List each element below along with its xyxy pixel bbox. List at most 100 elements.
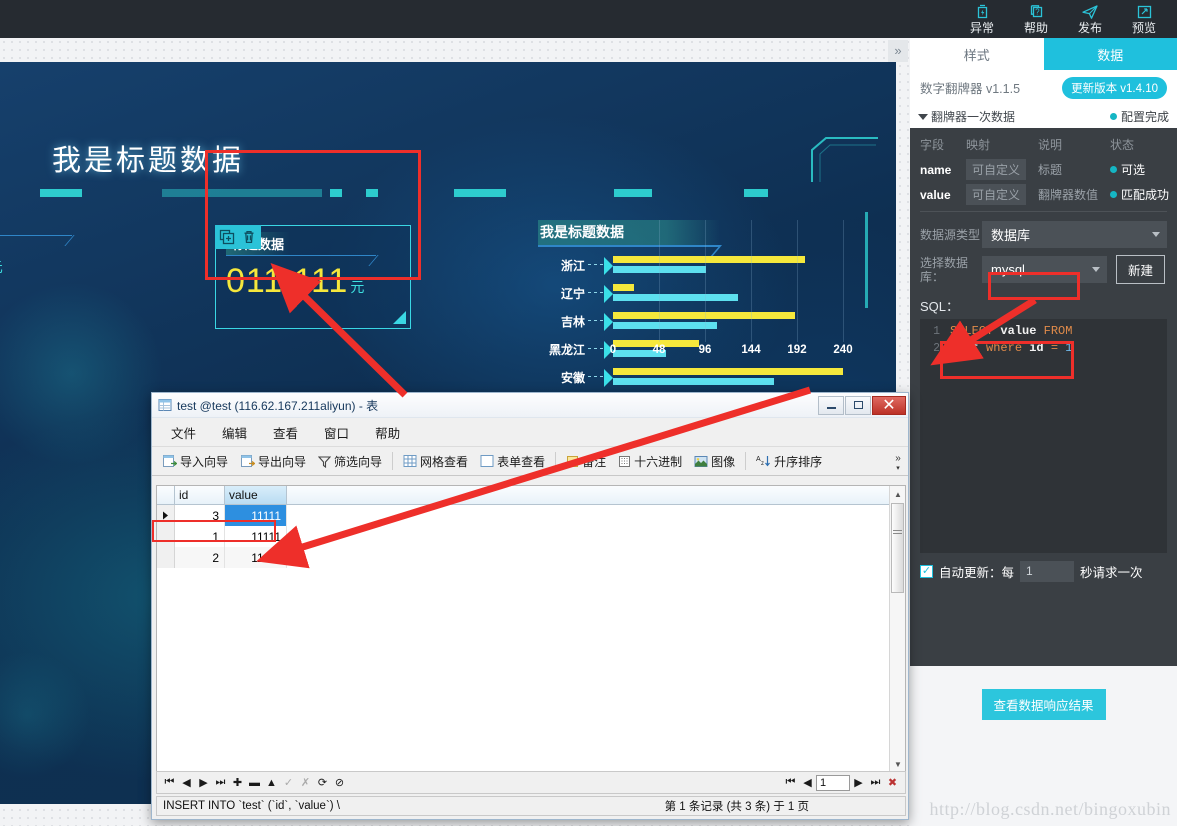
edit-record-icon[interactable]: ▲ [263, 774, 280, 791]
menu-view[interactable]: 查看 [260, 419, 311, 446]
table-row[interactable]: 3 11111 [157, 505, 905, 526]
sql-editor-body[interactable] [920, 365, 1167, 553]
chart-bar [613, 256, 805, 263]
last-page-icon[interactable]: ⏭ [867, 774, 884, 791]
add-record-icon[interactable]: ✚ [229, 774, 246, 791]
sql-editor[interactable]: 12 SELECT value FROM test where id = 1 [920, 319, 1167, 365]
top-tool-publish[interactable]: 发布 [1063, 0, 1117, 38]
caret-down-icon [1092, 267, 1100, 272]
tab-data[interactable]: 数据 [1043, 38, 1177, 70]
toolbar-grid-view[interactable]: 网格查看 [397, 453, 474, 470]
new-database-button[interactable]: 新建 [1116, 255, 1166, 284]
trash-icon[interactable] [241, 229, 257, 245]
cell-id[interactable]: 1 [175, 526, 225, 547]
last-record-icon[interactable]: ⏭ [212, 774, 229, 791]
toolbar-export-wizard[interactable]: 导出向导 [234, 453, 312, 470]
toolbar-import-wizard[interactable]: 导入向导 [156, 453, 234, 470]
toolbar-sort-asc[interactable]: A z 升序排序 [750, 453, 828, 470]
cell-value[interactable]: 11111 [225, 505, 287, 526]
grid-col-value[interactable]: value [225, 486, 287, 504]
scrollbar-thumb[interactable] [891, 503, 904, 593]
field-row-name: name 可自定义 标题 可选 [910, 157, 1177, 182]
menu-edit[interactable]: 编辑 [209, 419, 260, 446]
page-number-input[interactable]: 1 [816, 774, 850, 791]
chart-category-label: 辽宁 [560, 287, 585, 301]
tab-style[interactable]: 样式 [910, 38, 1044, 70]
top-tool-preview[interactable]: 预览 [1117, 0, 1171, 38]
col-desc: 说明 [1038, 138, 1063, 152]
data-section-header[interactable]: 翻牌器一次数据 配置完成 [910, 105, 1177, 128]
source-type-select[interactable]: 数据库 [982, 221, 1167, 248]
table-row[interactable]: 2 11111 [157, 547, 905, 568]
toolbar-overflow-button[interactable]: » ▾ [891, 447, 905, 477]
cell-value[interactable]: 11111 [225, 547, 287, 568]
chart-bar [613, 294, 738, 301]
close-button[interactable]: ✕ [872, 395, 906, 415]
row-marker [157, 547, 175, 568]
apply-icon[interactable]: ✓ [280, 774, 297, 791]
chevron-right-double-icon[interactable]: » [888, 40, 908, 62]
navicat-title-bar[interactable]: test @test (116.62.167.211aliyun) - 表 ✕ [152, 393, 908, 418]
delete-record-icon[interactable]: ▬ [246, 774, 263, 791]
divider [555, 452, 557, 470]
toolbar-filter-wizard[interactable]: 筛选向导 [312, 453, 388, 470]
toolbar-memo[interactable]: 备注 [560, 453, 612, 470]
sql-code-text[interactable]: SELECT value FROM test where id = 1 [944, 319, 1167, 365]
first-page-icon[interactable]: ⏮ [782, 774, 799, 791]
row-marker [157, 526, 175, 547]
top-tool-alarm[interactable]: 异常 [955, 0, 1009, 38]
chart-x-tick: 144 [741, 344, 761, 356]
toolbar-image[interactable]: 图像 [688, 453, 741, 470]
top-tool-help[interactable]: ? 帮助 [1009, 0, 1063, 38]
resize-handle-icon[interactable] [393, 311, 406, 324]
row-current-marker [157, 505, 175, 526]
cell-id[interactable]: 3 [175, 505, 225, 526]
field-mapping-table: 字段 映射 说明 状态 name 可自定义 标题 可选 value 可自定义 翻… [910, 128, 1177, 214]
minimize-button[interactable] [818, 395, 844, 415]
menu-window[interactable]: 窗口 [311, 419, 362, 446]
menu-help[interactable]: 帮助 [362, 419, 413, 446]
auto-refresh-prefix: 自动更新：每 [939, 565, 1015, 580]
source-type-value: 数据库 [991, 228, 1031, 243]
field-mapping-cell[interactable]: 可自定义 [966, 159, 1038, 180]
caret-down-icon[interactable] [918, 113, 928, 120]
toolbar-form-view[interactable]: 表单查看 [474, 453, 551, 470]
prev-record-icon[interactable]: ◀ [178, 774, 195, 791]
flipcard-selected[interactable]: 标题数据 011,111元 [215, 225, 411, 329]
cancel-icon[interactable]: ✗ [297, 774, 314, 791]
menu-file[interactable]: 文件 [158, 419, 209, 446]
next-record-icon[interactable]: ▶ [195, 774, 212, 791]
refresh-icon[interactable]: ⟳ [314, 774, 331, 791]
board-main-title[interactable]: 我是标题数据 [52, 137, 244, 179]
grid-col-id[interactable]: id [175, 486, 225, 504]
update-version-button[interactable]: 更新版本 v1.4.10 [1062, 76, 1167, 99]
prev-page-icon[interactable]: ◀ [799, 774, 816, 791]
flipcard-left[interactable]: 据 25元 [0, 212, 72, 280]
navicat-data-grid[interactable]: id value 3 11111 1 11111 2 11111 ▲ ▼ [156, 485, 906, 773]
view-response-button[interactable]: 查看数据响应结果 [981, 689, 1106, 720]
scroll-down-icon[interactable]: ▼ [890, 756, 906, 772]
field-mapping-cell[interactable]: 可自定义 [966, 184, 1038, 205]
status-sql-text: INSERT INTO `test` (`id`, `value`) \ [163, 800, 340, 812]
checkbox-checked-icon[interactable]: ✓ [920, 564, 933, 578]
copy-icon[interactable] [219, 229, 235, 245]
tools-icon[interactable]: ✖ [884, 774, 901, 791]
flipcard-left-underline [0, 235, 72, 236]
auto-refresh-interval-input[interactable]: 1 [1020, 560, 1075, 582]
table-row[interactable]: 1 11111 [157, 526, 905, 547]
navicat-window[interactable]: test @test (116.62.167.211aliyun) - 表 ✕ … [151, 392, 909, 820]
field-row-value: value 可自定义 翻牌器数值 匹配成功 [910, 182, 1177, 207]
cell-id[interactable]: 2 [175, 547, 225, 568]
scroll-up-icon[interactable]: ▲ [890, 486, 906, 502]
toolbar-hex[interactable]: 十六进制 [612, 453, 688, 470]
stop-icon[interactable]: ⊘ [331, 774, 348, 791]
grid-vertical-scrollbar[interactable]: ▲ ▼ [889, 486, 905, 772]
first-record-icon[interactable]: ⏮ [161, 774, 178, 791]
cell-value[interactable]: 11111 [225, 526, 287, 547]
divider [745, 452, 747, 470]
next-page-icon[interactable]: ▶ [850, 774, 867, 791]
database-select[interactable]: mysql [982, 256, 1107, 283]
maximize-button[interactable] [845, 395, 871, 415]
right-config-panel: 样式 数据 数字翻牌器 v1.1.5 更新版本 v1.4.10 翻牌器一次数据 … [910, 38, 1177, 826]
